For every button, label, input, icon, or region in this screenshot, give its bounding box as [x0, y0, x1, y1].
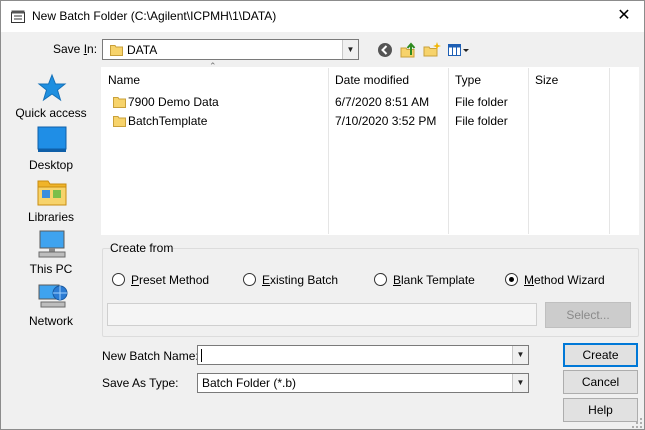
star-icon [37, 73, 67, 102]
place-label: Desktop [28, 158, 74, 172]
file-row[interactable]: BatchTemplate 7/10/2020 3:52 PM File fol… [102, 112, 638, 131]
place-label: Libraries [27, 210, 75, 224]
place-this-pc[interactable]: This PC [6, 229, 96, 281]
view-menu-icon[interactable] [447, 41, 471, 59]
desktop-icon [37, 126, 67, 152]
window-title: New Batch Folder (C:\Agilent\ICPMH\1\DAT… [32, 9, 277, 23]
computer-icon [38, 230, 66, 258]
chevron-down-icon[interactable]: ▼ [342, 40, 358, 59]
place-libraries[interactable]: Libraries [6, 177, 96, 229]
up-folder-icon[interactable] [400, 41, 418, 59]
batch-folder-icon [11, 10, 25, 23]
network-icon [38, 284, 68, 308]
radio-button[interactable] [505, 273, 518, 286]
radio-label: Preset Method [131, 273, 210, 287]
radio-label: Existing Batch [262, 273, 339, 287]
file-type: File folder [455, 95, 508, 109]
create-from-label: Create from [110, 241, 174, 255]
chevron-down-icon[interactable]: ▼ [512, 374, 528, 392]
close-button[interactable]: ✕ [613, 6, 635, 26]
place-label: Network [28, 314, 73, 328]
place-label: Quick access [15, 106, 87, 120]
place-desktop[interactable]: Desktop [6, 125, 96, 177]
file-row[interactable]: 7900 Demo Data 6/7/2020 8:51 AM File fol… [102, 93, 638, 112]
select-button: Select... [545, 302, 631, 328]
title-bar: New Batch Folder (C:\Agilent\ICPMH\1\DAT… [1, 1, 644, 32]
create-button[interactable]: Create [563, 343, 638, 367]
save-in-dropdown[interactable]: DATA ▼ [102, 39, 359, 60]
file-name: 7900 Demo Data [128, 95, 219, 109]
file-date: 6/7/2020 8:51 AM [335, 95, 430, 109]
file-type: File folder [455, 114, 508, 128]
radio-label: Method Wizard [524, 273, 605, 287]
text-cursor [201, 349, 202, 362]
place-network[interactable]: Network [6, 281, 96, 333]
radio-label: Blank Template [393, 273, 475, 287]
save-in-label: Save In: [53, 42, 98, 56]
radio-button[interactable] [112, 273, 125, 286]
batch-name-label: New Batch Name: [102, 349, 199, 363]
help-button[interactable]: Help [563, 398, 638, 422]
new-folder-icon[interactable] [423, 41, 441, 59]
libraries-icon [37, 180, 67, 206]
file-date: 7/10/2020 3:52 PM [335, 114, 437, 128]
save-as-type-dropdown[interactable]: Batch Folder (*.b) ▼ [197, 373, 529, 393]
dialog-window: New Batch Folder (C:\Agilent\ICPMH\1\DAT… [0, 0, 645, 430]
folder-icon [110, 45, 123, 56]
source-path-field [107, 303, 537, 326]
folder-icon [113, 116, 126, 127]
resize-grip-icon[interactable] [631, 417, 643, 429]
radio-button[interactable] [374, 273, 387, 286]
folder-icon [113, 97, 126, 108]
place-label: This PC [29, 262, 73, 276]
places-bar: Quick access Desktop Libraries This PC N… [6, 67, 96, 337]
radio-button[interactable] [243, 273, 256, 286]
close-icon: ✕ [617, 7, 631, 24]
save-as-type-value: Batch Folder (*.b) [202, 376, 297, 390]
column-header-type[interactable]: Type [449, 68, 528, 92]
column-header-name[interactable]: Name [102, 68, 328, 92]
back-icon[interactable] [376, 41, 394, 59]
place-quick-access[interactable]: Quick access [6, 73, 96, 125]
column-header-size[interactable]: Size [529, 68, 609, 92]
save-as-type-label: Save As Type: [102, 376, 179, 390]
file-name: BatchTemplate [128, 114, 208, 128]
file-list[interactable]: ⌃ Name Date modified Type Size 7900 Demo… [101, 61, 639, 235]
save-in-value: DATA [127, 43, 158, 57]
cancel-button[interactable]: Cancel [563, 370, 638, 394]
batch-name-input[interactable]: ▼ [197, 345, 529, 365]
column-header-date[interactable]: Date modified [329, 68, 448, 92]
chevron-down-icon[interactable]: ▼ [512, 346, 528, 364]
